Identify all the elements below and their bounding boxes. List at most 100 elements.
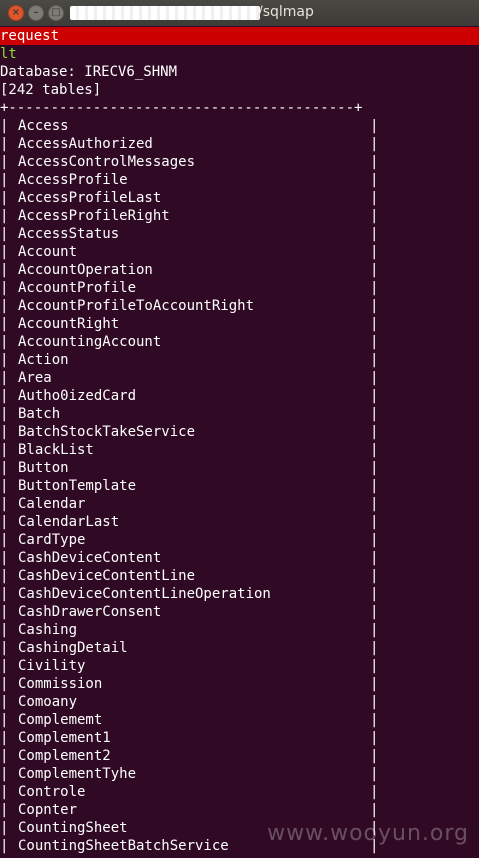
table-name: CashDrawerConsent bbox=[18, 604, 162, 620]
table-name: Copnter bbox=[18, 802, 78, 818]
table-row: | Access | bbox=[0, 117, 479, 135]
row-border-left: | bbox=[0, 442, 9, 458]
table-name: AccountRight bbox=[18, 316, 120, 332]
table-row: | Controle | bbox=[0, 783, 479, 801]
row-border-left: | bbox=[0, 802, 9, 818]
table-row: | Complement1 | bbox=[0, 729, 479, 747]
row-border-right: | bbox=[370, 298, 379, 314]
row-border-left: | bbox=[0, 496, 9, 512]
table-name: Button bbox=[18, 460, 69, 476]
table-name: Access bbox=[18, 118, 69, 134]
table-name: CardType bbox=[18, 532, 86, 548]
table-row: | AccessAuthorized | bbox=[0, 135, 479, 153]
close-icon[interactable]: × bbox=[8, 5, 24, 21]
row-border-right: | bbox=[370, 730, 379, 746]
row-border-right: | bbox=[370, 622, 379, 638]
row-border-right: | bbox=[370, 568, 379, 584]
row-border-right: | bbox=[370, 658, 379, 674]
table-name: Civility bbox=[18, 658, 86, 674]
row-border-right: | bbox=[370, 136, 379, 152]
table-name: CashDeviceContentLineOperation bbox=[18, 586, 271, 602]
row-border-left: | bbox=[0, 514, 9, 530]
row-border-right: | bbox=[370, 208, 379, 224]
table-name: Controle bbox=[18, 784, 86, 800]
row-border-right: | bbox=[370, 370, 379, 386]
maximize-icon[interactable]: □ bbox=[48, 5, 64, 21]
row-border-left: | bbox=[0, 226, 9, 242]
row-border-right: | bbox=[370, 442, 379, 458]
table-name: Batch bbox=[18, 406, 61, 422]
table-row: | AccessStatus | bbox=[0, 225, 479, 243]
table-name: BlackList bbox=[18, 442, 94, 458]
table-row: | CashingDetail | bbox=[0, 639, 479, 657]
row-border-right: | bbox=[370, 352, 379, 368]
table-row: | Cashing | bbox=[0, 621, 479, 639]
table-name: AccessProfileLast bbox=[18, 190, 162, 206]
table-row: | AccountOperation | bbox=[0, 261, 479, 279]
row-border-left: | bbox=[0, 586, 9, 602]
row-border-right: | bbox=[370, 496, 379, 512]
row-border-left: | bbox=[0, 244, 9, 260]
table-row: | Civility | bbox=[0, 657, 479, 675]
table-row: | AccountRight | bbox=[0, 315, 479, 333]
table-row: | AccessProfileRight | bbox=[0, 207, 479, 225]
table-row: | CashDeviceContentLineOperation | bbox=[0, 585, 479, 603]
row-border-right: | bbox=[370, 154, 379, 170]
row-border-right: | bbox=[370, 406, 379, 422]
row-border-right: | bbox=[370, 550, 379, 566]
table-row: | CashDeviceContent | bbox=[0, 549, 479, 567]
row-border-right: | bbox=[370, 532, 379, 548]
command-line: request bbox=[0, 27, 479, 45]
table-name: AccessProfileRight bbox=[18, 208, 170, 224]
minimize-icon[interactable]: – bbox=[28, 5, 44, 21]
row-border-right: | bbox=[370, 514, 379, 530]
table-name: CountingSheet bbox=[18, 820, 128, 836]
table-name: Complememt bbox=[18, 712, 103, 728]
row-border-left: | bbox=[0, 352, 9, 368]
row-border-left: | bbox=[0, 532, 9, 548]
row-border-right: | bbox=[370, 586, 379, 602]
table-name: ButtonTemplate bbox=[18, 478, 137, 494]
row-border-left: | bbox=[0, 694, 9, 710]
table-name: CalendarLast bbox=[18, 514, 120, 530]
row-border-right: | bbox=[370, 280, 379, 296]
table-row: | Copnter | bbox=[0, 801, 479, 819]
row-border-right: | bbox=[370, 604, 379, 620]
terminal-output[interactable]: request lt Database: IRECV6_SHNM [242 ta… bbox=[0, 27, 479, 855]
row-border-right: | bbox=[370, 640, 379, 656]
row-border-left: | bbox=[0, 280, 9, 296]
output-line-lt: lt bbox=[0, 46, 17, 62]
row-border-left: | bbox=[0, 604, 9, 620]
row-border-right: | bbox=[370, 424, 379, 440]
tables-count: [242 tables] bbox=[0, 82, 102, 98]
title-bar: × – □ /sqlmap bbox=[0, 0, 479, 26]
table-name: AccountingAccount bbox=[18, 334, 162, 350]
table-row: | Comoany | bbox=[0, 693, 479, 711]
row-border-left: | bbox=[0, 154, 9, 170]
table-row: | AccessProfileLast | bbox=[0, 189, 479, 207]
table-row: | BatchStockTakeService | bbox=[0, 423, 479, 441]
row-border-right: | bbox=[370, 694, 379, 710]
table-row: | Complememt | bbox=[0, 711, 479, 729]
row-border-left: | bbox=[0, 406, 9, 422]
table-name: Action bbox=[18, 352, 69, 368]
table-name: CountingSheetBatchService bbox=[18, 838, 229, 854]
row-border-right: | bbox=[370, 244, 379, 260]
table-name: Cashing bbox=[18, 622, 78, 638]
table-name: BatchStockTakeService bbox=[18, 424, 196, 440]
table-row: | CashDeviceContentLine | bbox=[0, 567, 479, 585]
row-border-left: | bbox=[0, 118, 9, 134]
row-border-right: | bbox=[370, 388, 379, 404]
table-row: | AccountProfileToAccountRight | bbox=[0, 297, 479, 315]
database-line: Database: IRECV6_SHNM bbox=[0, 64, 178, 80]
table-row: | BlackList | bbox=[0, 441, 479, 459]
row-border-left: | bbox=[0, 190, 9, 206]
row-border-left: | bbox=[0, 136, 9, 152]
row-border-right: | bbox=[370, 676, 379, 692]
row-border-right: | bbox=[370, 712, 379, 728]
row-border-right: | bbox=[370, 316, 379, 332]
terminal-window: × – □ /sqlmap request lt Database: IRECV… bbox=[0, 0, 479, 858]
row-border-left: | bbox=[0, 262, 9, 278]
row-border-left: | bbox=[0, 622, 9, 638]
row-border-left: | bbox=[0, 658, 9, 674]
